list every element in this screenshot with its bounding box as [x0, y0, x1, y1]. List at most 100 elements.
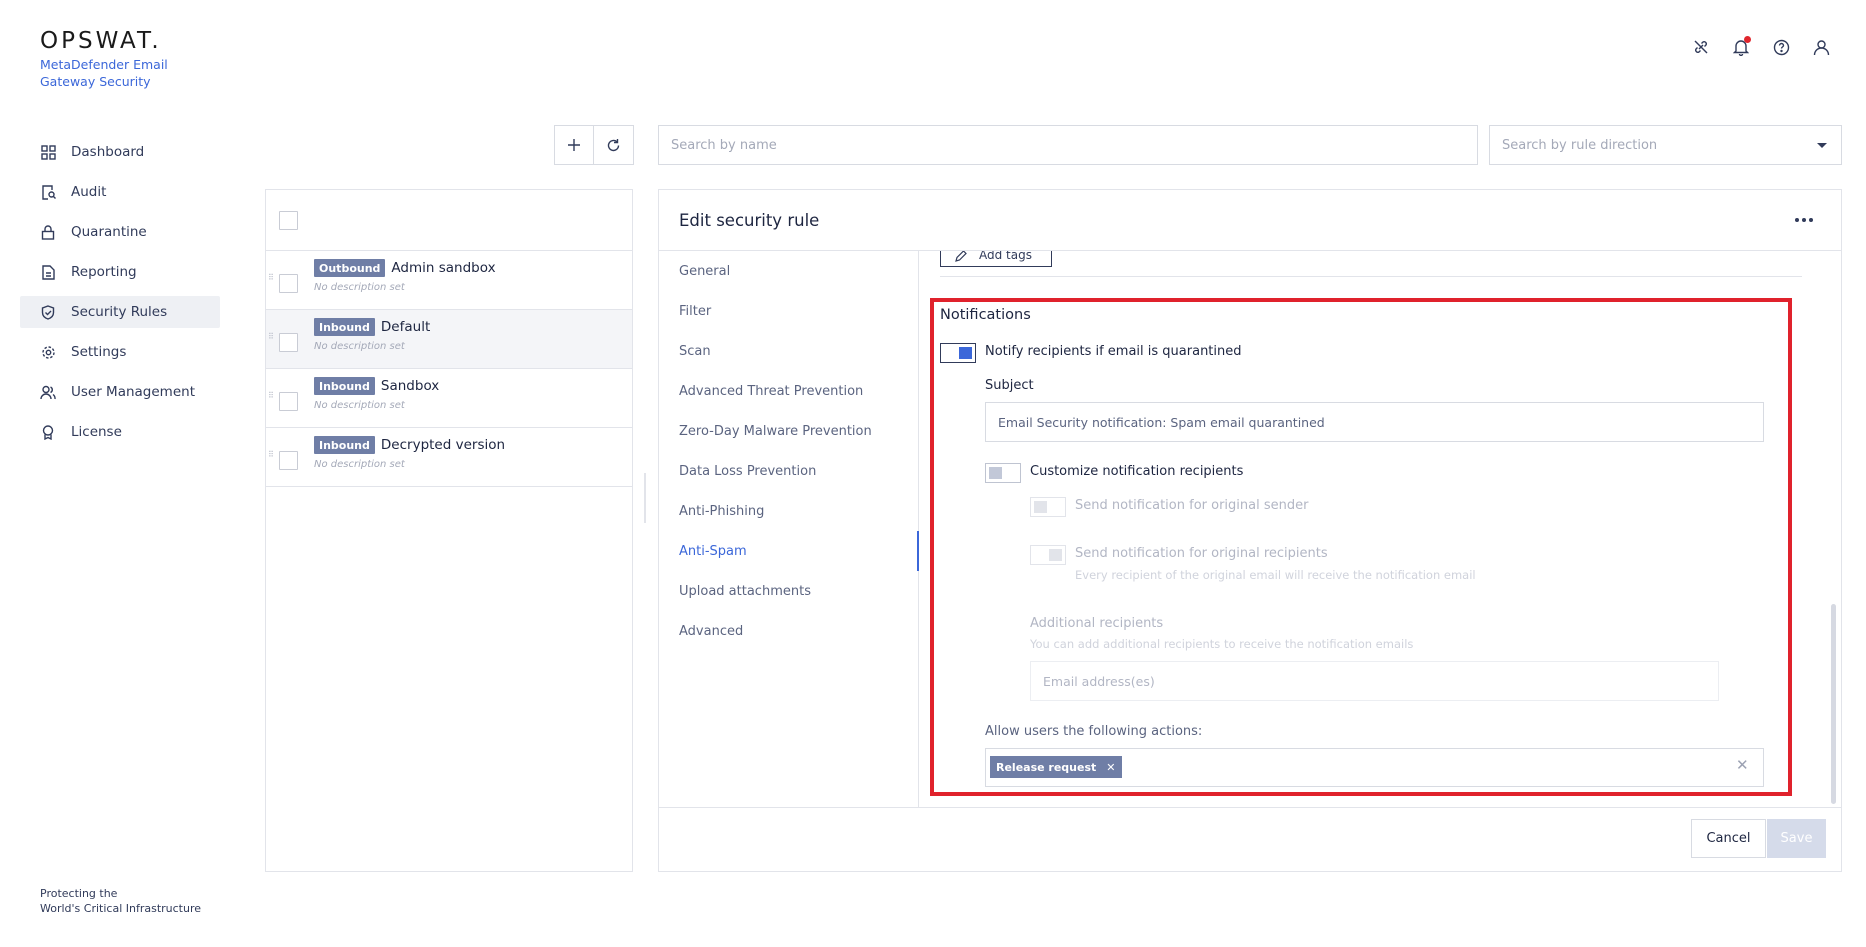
section-anti-spam[interactable]: Anti-Spam [659, 531, 918, 571]
rule-row[interactable]: ⠿ Inbound Default No description set [266, 310, 632, 369]
section-data-loss-prevention[interactable]: Data Loss Prevention [659, 451, 918, 491]
sidebar-item-dashboard[interactable]: Dashboard [20, 136, 220, 168]
bell-icon[interactable] [1730, 36, 1752, 58]
chip-remove-icon[interactable]: ✕ [1106, 761, 1115, 774]
original-sender-label: Send notification for original sender [1075, 498, 1309, 513]
link-off-icon[interactable] [1690, 36, 1712, 58]
add-tags-button[interactable]: Add tags [940, 251, 1052, 267]
rule-direction-select[interactable]: Search by rule direction [1489, 125, 1842, 165]
sidebar-item-label: Dashboard [71, 144, 145, 160]
edit-footer: Cancel Save [659, 807, 1841, 873]
chevron-down-icon [1817, 142, 1827, 148]
scrollbar[interactable] [1831, 604, 1836, 804]
add-tags-label: Add tags [979, 251, 1032, 262]
edit-title: Edit security rule [679, 210, 820, 230]
sidebar-item-label: User Management [71, 384, 195, 400]
customize-recipients-toggle[interactable] [985, 463, 1021, 483]
sidebar-item-audit[interactable]: Audit [20, 176, 220, 208]
refresh-button[interactable] [594, 125, 634, 165]
section-zero-day-malware-prevention[interactable]: Zero-Day Malware Prevention [659, 411, 918, 451]
section-anti-phishing[interactable]: Anti-Phishing [659, 491, 918, 531]
document-icon [40, 264, 56, 280]
section-scan[interactable]: Scan [659, 331, 918, 371]
additional-recipients-hint: You can add additional recipients to rec… [1030, 637, 1414, 651]
rule-row[interactable]: ⠿ Inbound Sandbox No description set [266, 369, 632, 428]
users-icon [40, 384, 56, 400]
notify-recipients-toggle[interactable] [940, 343, 976, 363]
section-advanced[interactable]: Advanced [659, 611, 918, 651]
sidebar-item-label: Settings [71, 344, 127, 360]
plus-icon [568, 139, 580, 151]
rule-checkbox[interactable] [279, 392, 298, 411]
pencil-icon [955, 251, 967, 262]
sidebar: Dashboard Audit Quarantine Reporting Sec… [20, 136, 220, 456]
audit-icon [40, 184, 56, 200]
drag-handle-icon[interactable]: ⠿ [268, 392, 274, 402]
sidebar-item-label: Audit [71, 184, 107, 200]
select-all-checkbox[interactable] [279, 210, 298, 230]
dashboard-icon [40, 144, 56, 160]
rule-checkbox[interactable] [279, 274, 298, 293]
clear-selection-icon[interactable]: ✕ [1736, 756, 1749, 774]
sidebar-item-quarantine[interactable]: Quarantine [20, 216, 220, 248]
sidebar-item-label: License [71, 424, 122, 440]
sidebar-item-license[interactable]: License [20, 416, 220, 448]
search-by-name-input[interactable]: Search by name [658, 125, 1478, 165]
original-sender-toggle[interactable] [1030, 497, 1066, 517]
rule-info: Inbound Sandbox No description set [314, 377, 439, 411]
list-header [266, 190, 632, 251]
section-upload-attachments[interactable]: Upload attachments [659, 571, 918, 611]
help-icon[interactable] [1770, 36, 1792, 58]
original-recipients-toggle[interactable] [1030, 545, 1066, 565]
header-icons [1690, 36, 1832, 58]
rule-row[interactable]: ⠿ Inbound Decrypted version No descripti… [266, 428, 632, 487]
direction-badge: Inbound [314, 436, 375, 454]
section-general[interactable]: General [659, 251, 918, 291]
cancel-button[interactable]: Cancel [1691, 819, 1766, 858]
section-advanced-threat-prevention[interactable]: Advanced Threat Prevention [659, 371, 918, 411]
rule-name: Decrypted version [380, 437, 506, 453]
rule-checkbox[interactable] [279, 451, 298, 470]
divider [940, 276, 1802, 277]
rule-name: Admin sandbox [391, 260, 496, 276]
additional-recipients-label: Additional recipients [1030, 616, 1164, 631]
rule-info: Outbound Admin sandbox No description se… [314, 259, 496, 293]
sidebar-item-security-rules[interactable]: Security Rules [20, 296, 220, 328]
gear-icon [40, 344, 56, 360]
rule-description: No description set [314, 400, 405, 411]
rule-info: Inbound Default No description set [314, 318, 430, 352]
user-icon[interactable] [1810, 36, 1832, 58]
shield-check-icon [40, 304, 56, 320]
subject-input[interactable]: Email Security notification: Spam email … [985, 402, 1764, 442]
add-rule-button[interactable] [554, 125, 594, 165]
sidebar-item-label: Security Rules [71, 304, 168, 320]
footer-line-1: Protecting the [40, 887, 118, 900]
original-recipients-hint: Every recipient of the original email wi… [1075, 568, 1476, 582]
more-options-icon[interactable] [1795, 218, 1813, 222]
rule-name: Sandbox [380, 378, 440, 394]
sidebar-item-user-management[interactable]: User Management [20, 376, 220, 408]
footer-tagline: Protecting the World's Critical Infrastr… [40, 886, 201, 916]
opswat-logo: OPSWAT. [40, 28, 162, 54]
action-chip-label: Release request [996, 760, 1097, 774]
email-addresses-input[interactable]: Email address(es) [1030, 661, 1719, 701]
sidebar-item-reporting[interactable]: Reporting [20, 256, 220, 288]
save-button[interactable]: Save [1767, 819, 1826, 858]
sidebar-item-settings[interactable]: Settings [20, 336, 220, 368]
license-icon [40, 424, 56, 440]
section-filter[interactable]: Filter [659, 291, 918, 331]
drag-handle-icon[interactable]: ⠿ [268, 274, 274, 284]
footer-line-2: World's Critical Infrastructure [40, 902, 202, 915]
drag-handle-icon[interactable]: ⠿ [268, 451, 274, 461]
original-recipients-label: Send notification for original recipient… [1075, 546, 1328, 561]
panel-resize-handle[interactable] [644, 473, 646, 523]
notifications-heading: Notifications [940, 307, 1031, 323]
rule-row[interactable]: ⠿ Outbound Admin sandbox No description … [266, 251, 632, 310]
allowed-actions-label: Allow users the following actions: [985, 724, 1203, 739]
section-nav: General Filter Scan Advanced Threat Prev… [659, 251, 919, 807]
app-window: OPSWAT. MetaDefender Email Gateway Secur… [0, 0, 1866, 947]
list-toolbar [554, 125, 634, 165]
rule-checkbox[interactable] [279, 333, 298, 352]
rule-description: No description set [314, 341, 405, 352]
drag-handle-icon[interactable]: ⠿ [268, 333, 274, 343]
